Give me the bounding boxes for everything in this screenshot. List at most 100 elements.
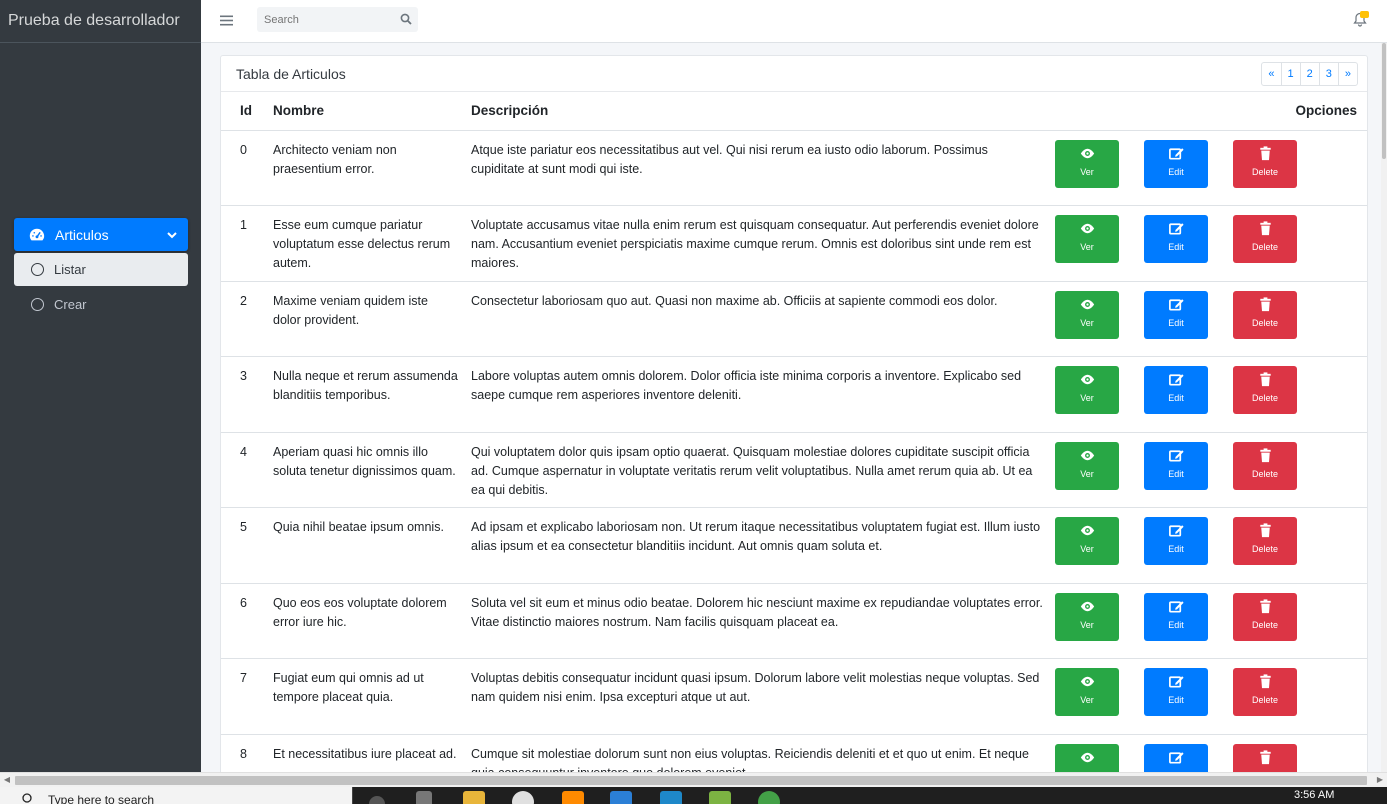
sidebar-item-label: Crear [54, 297, 87, 312]
row-actions: Ver Edit Delete [1055, 139, 1367, 188]
trash-icon [1259, 447, 1271, 462]
edit-icon [1168, 147, 1184, 160]
taskbar-clock: 3:56 AM [1294, 789, 1335, 801]
eye-icon [1080, 299, 1094, 309]
edit-button[interactable]: Edit [1144, 139, 1208, 188]
cell-id: 1 [221, 205, 273, 281]
ver-button[interactable]: Ver [1055, 215, 1119, 263]
cell-nombre: Aperiam quasi hic omnis illo soluta tene… [273, 431, 471, 508]
ver-button[interactable]: Ver [1055, 139, 1119, 188]
ver-button[interactable]: Ver [1055, 290, 1119, 339]
pagination-page-1[interactable]: 1 [1280, 62, 1301, 86]
edit-icon [1168, 676, 1184, 688]
app-icon[interactable] [660, 791, 682, 804]
eye-icon [1080, 525, 1094, 536]
column-header-id: Id [221, 92, 273, 131]
trash-icon [1259, 221, 1271, 236]
scroll-left-arrow-icon[interactable]: ◀ [2, 775, 12, 785]
row-actions: Ver Edit Delete [1055, 290, 1367, 339]
delete-button-label: Delete [1251, 468, 1278, 479]
pagination-prev[interactable]: « [1261, 62, 1282, 86]
cell-opciones: Ver Edit Delete [1055, 658, 1367, 734]
notepad-icon[interactable] [709, 791, 731, 804]
app-icon[interactable] [758, 791, 780, 804]
delete-button[interactable]: Delete [1233, 290, 1297, 339]
scroll-right-arrow-icon[interactable]: ▶ [1375, 775, 1385, 785]
delete-button[interactable]: Delete [1233, 215, 1297, 263]
cortana-icon[interactable] [369, 796, 385, 804]
delete-button[interactable]: Delete [1233, 668, 1297, 716]
cell-descripcion: Consectetur laboriosam quo aut. Quasi no… [471, 280, 1055, 357]
vertical-scrollbar[interactable] [1381, 43, 1387, 772]
sidebar-item-articulos[interactable]: Articulos [14, 218, 188, 251]
search-icon [22, 793, 32, 803]
chrome-icon[interactable] [512, 791, 534, 804]
eye-icon [1080, 450, 1094, 460]
task-view-icon[interactable] [416, 791, 432, 804]
cell-id: 6 [221, 582, 273, 659]
ver-button[interactable]: Ver [1055, 517, 1119, 565]
ver-button[interactable]: Ver [1055, 592, 1119, 641]
card-title: Tabla de Articulos [236, 66, 346, 82]
eye-icon [1080, 601, 1094, 611]
pagination-page-3[interactable]: 3 [1318, 62, 1339, 86]
taskbar-search[interactable]: Type here to search [0, 787, 353, 804]
ver-button-label: Ver [1080, 619, 1094, 630]
ver-button[interactable]: Ver [1055, 366, 1119, 414]
edit-icon [1168, 600, 1184, 613]
edit-button[interactable]: Edit [1144, 215, 1208, 263]
trash-icon [1259, 598, 1271, 613]
column-header-descripcion: Descripción [471, 92, 1055, 131]
cell-descripcion: Voluptate accusamus vitae nulla enim rer… [471, 205, 1055, 281]
search-icon[interactable] [400, 13, 412, 25]
trash-icon [1259, 145, 1271, 160]
eye-icon [1080, 752, 1094, 762]
tachometer-icon [29, 228, 45, 240]
edit-icon [1168, 751, 1184, 764]
cell-nombre: Nulla neque et rerum assumenda blanditii… [273, 356, 471, 432]
cell-descripcion: Soluta vel sit eum et minus odio beatae.… [471, 582, 1055, 659]
delete-button[interactable]: Delete [1233, 366, 1297, 414]
ver-button[interactable]: Ver [1055, 441, 1119, 490]
edit-button-label: Edit [1168, 544, 1184, 554]
sidebar: Prueba de desarrollador Articulos Listar… [0, 0, 201, 772]
column-header-nombre: Nombre [273, 92, 471, 131]
cell-descripcion: Atque iste pariatur eos necessitatibus a… [471, 129, 1055, 206]
delete-button[interactable]: Delete [1233, 517, 1297, 565]
edit-button[interactable]: Edit [1144, 441, 1208, 490]
cell-descripcion: Voluptas debitis consequatur incidunt qu… [471, 658, 1055, 734]
vscode-icon[interactable] [610, 791, 632, 804]
ver-button[interactable]: Ver [1055, 668, 1119, 716]
cell-id: 2 [221, 280, 273, 357]
edit-button[interactable]: Edit [1144, 366, 1208, 414]
edit-button[interactable]: Edit [1144, 668, 1208, 716]
delete-button[interactable]: Delete [1233, 441, 1297, 490]
cell-nombre: Architecto veniam non praesentium error. [273, 129, 471, 206]
scrollbar-thumb[interactable] [1382, 43, 1386, 159]
hamburger-menu-icon[interactable] [220, 14, 233, 27]
delete-button[interactable]: Delete [1233, 592, 1297, 641]
delete-button[interactable]: Delete [1233, 139, 1297, 188]
sidebar-item-crear[interactable]: Crear [14, 288, 188, 321]
articles-card: Tabla de Articulos « 1 2 3 » Id Nombre D… [220, 55, 1368, 795]
sidebar-item-listar[interactable]: Listar [14, 253, 188, 286]
edit-button[interactable]: Edit [1144, 517, 1208, 565]
pagination-next[interactable]: » [1337, 62, 1358, 86]
table-row: 4 Aperiam quasi hic omnis illo soluta ten… [221, 431, 1367, 508]
horizontal-scrollbar[interactable]: ◀ ▶ [0, 772, 1387, 787]
trash-icon [1259, 523, 1271, 538]
brand[interactable]: Prueba de desarrollador [0, 0, 201, 43]
pagination-page-2[interactable]: 2 [1299, 62, 1320, 86]
file-explorer-icon[interactable] [463, 791, 485, 804]
eye-icon [1080, 676, 1094, 687]
cell-id: 7 [221, 658, 273, 734]
scrollbar-thumb[interactable] [15, 776, 1367, 785]
cell-descripcion: Ad ipsam et explicabo laboriosam non. Ut… [471, 507, 1055, 583]
search-input[interactable] [257, 7, 392, 32]
edit-button-label: Edit [1168, 317, 1184, 328]
cell-opciones: Ver Edit Delete [1055, 205, 1367, 281]
edit-button[interactable]: Edit [1144, 592, 1208, 641]
firefox-icon[interactable] [562, 791, 584, 804]
cell-opciones: Ver Edit Delete [1055, 507, 1367, 583]
edit-button[interactable]: Edit [1144, 290, 1208, 339]
